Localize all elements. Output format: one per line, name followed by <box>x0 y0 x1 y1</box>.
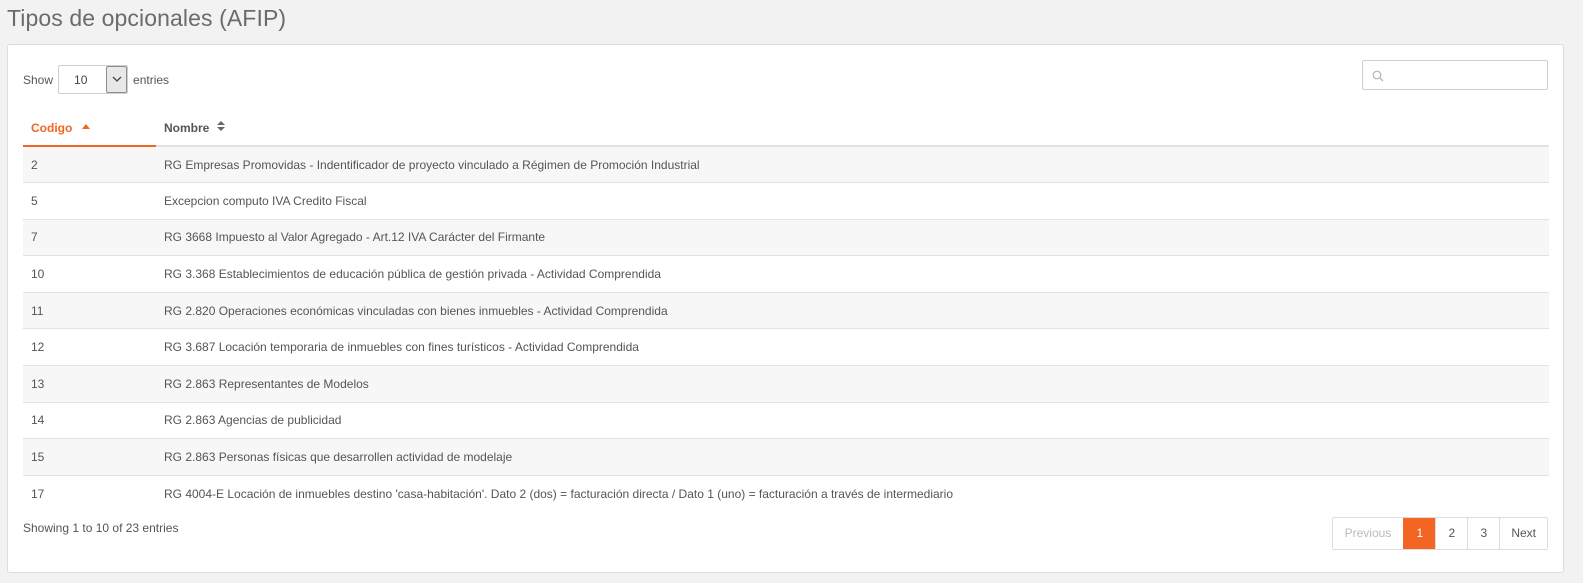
previous-button[interactable]: Previous <box>1332 518 1404 549</box>
cell-nombre: RG 2.820 Operaciones económicas vinculad… <box>156 291 1549 329</box>
cell-nombre: RG 2.863 Personas físicas que desarrolle… <box>156 438 1549 476</box>
table-row[interactable]: 17 RG 4004-E Locación de inmuebles destin… <box>23 474 1549 512</box>
cell-codigo: 7 <box>23 218 156 256</box>
cell-nombre: RG 3668 Impuesto al Valor Agregado - Art… <box>156 218 1549 256</box>
table-info: Showing 1 to 10 of 23 entries <box>23 521 179 535</box>
table-row[interactable]: 2 RG Empresas Promovidas - Indentificador… <box>23 146 1549 183</box>
cell-codigo: 5 <box>23 182 156 220</box>
table-row[interactable]: 5 Excepcion computo IVA Credito Fiscal <box>23 182 1549 220</box>
entries-select[interactable]: 10 <box>58 65 129 94</box>
sort-ascending-icon <box>82 123 91 129</box>
column-header-nombre[interactable]: Nombre <box>156 110 1549 147</box>
search-input[interactable] <box>1389 63 1539 87</box>
column-header-codigo[interactable]: Codigo <box>23 110 156 147</box>
sort-icon <box>217 120 226 132</box>
table-panel: Show 10 entries Codigo Nombre 2 RG Empres… <box>7 44 1564 573</box>
table-row[interactable]: 12 RG 3.687 Locación temporaria de inmueb… <box>23 328 1549 366</box>
search-icon <box>1372 69 1384 87</box>
page-button-2[interactable]: 2 <box>1435 518 1468 549</box>
page-title: Tipos de opcionales (AFIP) <box>7 5 287 31</box>
cell-nombre: RG 4004-E Locación de inmuebles destino … <box>156 474 1549 512</box>
entries-select-value: 10 <box>74 72 88 87</box>
cell-codigo: 13 <box>23 365 156 403</box>
table-row[interactable]: 10 RG 3.368 Establecimientos de educación… <box>23 255 1549 293</box>
cell-codigo: 11 <box>23 291 156 329</box>
entries-length-control: Show 10 entries <box>23 65 169 94</box>
data-table: Codigo Nombre 2 RG Empresas Promovidas - … <box>23 110 1549 512</box>
table-row[interactable]: 13 RG 2.863 Representantes de Modelos <box>23 365 1549 403</box>
table-row[interactable]: 11 RG 2.820 Operaciones económicas vincul… <box>23 291 1549 329</box>
page-button-3[interactable]: 3 <box>1467 518 1500 549</box>
cell-nombre: RG 3.368 Establecimientos de educación p… <box>156 255 1549 293</box>
cell-nombre: RG 2.863 Agencias de publicidad <box>156 401 1549 439</box>
cell-codigo: 2 <box>23 146 156 183</box>
entries-label: entries <box>133 72 170 87</box>
table-row[interactable]: 14 RG 2.863 Agencias de publicidad <box>23 401 1549 439</box>
cell-nombre: RG Empresas Promovidas - Indentificador … <box>156 146 1549 183</box>
chevron-down-icon[interactable] <box>106 66 128 93</box>
cell-codigo: 15 <box>23 438 156 476</box>
next-button[interactable]: Next <box>1499 518 1547 549</box>
table-row[interactable]: 7 RG 3668 Impuesto al Valor Agregado - Ar… <box>23 218 1549 256</box>
cell-codigo: 10 <box>23 255 156 293</box>
cell-nombre: Excepcion computo IVA Credito Fiscal <box>156 182 1549 220</box>
page-button-1[interactable]: 1 <box>1403 518 1436 549</box>
pagination: Previous 1 2 3 Next <box>1331 517 1548 550</box>
search-field[interactable] <box>1362 60 1548 90</box>
cell-nombre: RG 2.863 Representantes de Modelos <box>156 365 1549 403</box>
cell-codigo: 14 <box>23 401 156 439</box>
show-label: Show <box>23 72 54 87</box>
table-row[interactable]: 15 RG 2.863 Personas físicas que desarrol… <box>23 438 1549 476</box>
cell-codigo: 17 <box>23 474 156 512</box>
cell-codigo: 12 <box>23 328 156 366</box>
cell-nombre: RG 3.687 Locación temporaria de inmueble… <box>156 328 1549 366</box>
